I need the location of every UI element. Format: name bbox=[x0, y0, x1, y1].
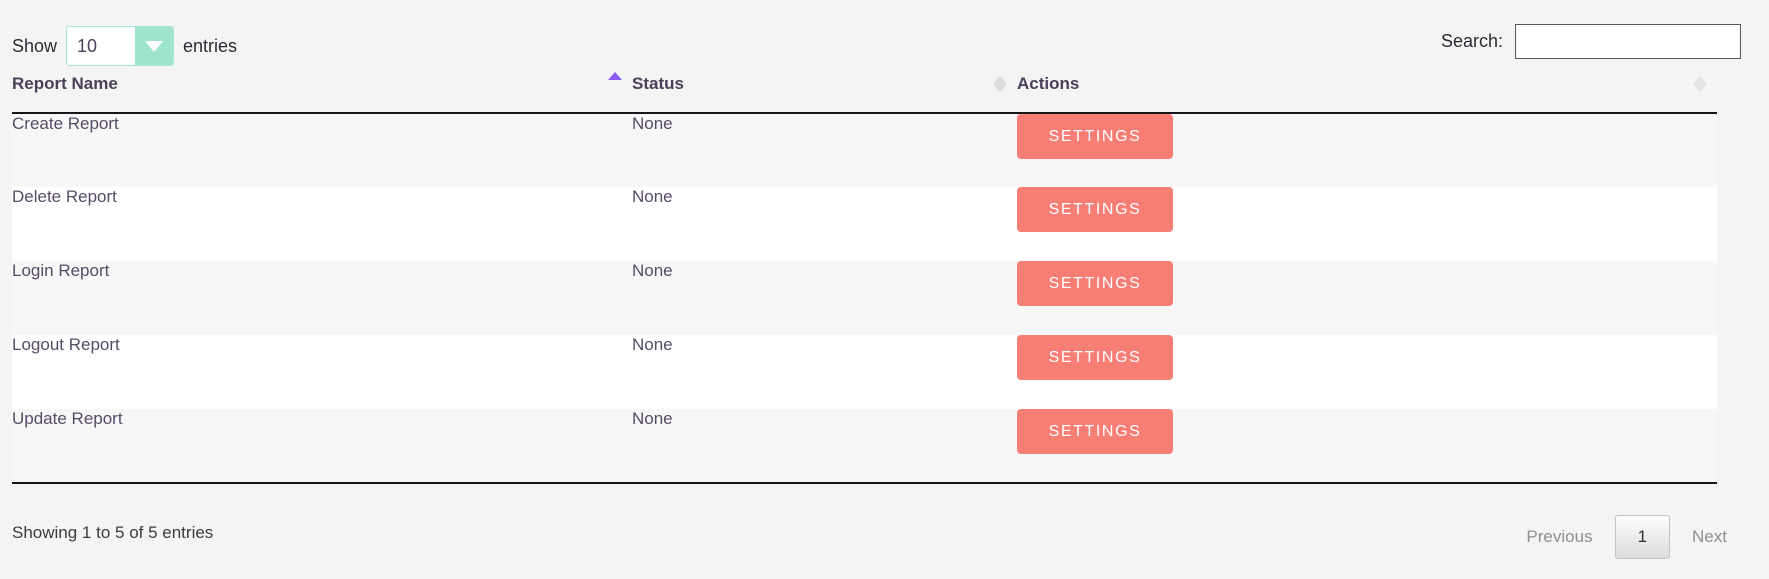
pagination-page-1-button[interactable]: 1 bbox=[1614, 515, 1671, 559]
settings-button[interactable]: SETTINGS bbox=[1017, 335, 1173, 380]
table-row: Create Report None SETTINGS bbox=[12, 113, 1717, 187]
pagination: Previous 1 Next bbox=[1510, 515, 1743, 559]
table-info: Showing 1 to 5 of 5 entries bbox=[12, 523, 214, 542]
table-header-row: Report Name Status Actions bbox=[12, 72, 1717, 114]
reports-datatable: Show 10 entries Search: Report Name Stat… bbox=[0, 0, 1769, 579]
column-header-status-label: Status bbox=[632, 74, 684, 93]
page-length-value: 10 bbox=[67, 27, 136, 65]
cell-status: None bbox=[632, 261, 673, 280]
table-header: Report Name Status Actions bbox=[12, 72, 1717, 114]
search-input[interactable] bbox=[1515, 24, 1741, 59]
table-row: Update Report None SETTINGS bbox=[12, 409, 1717, 484]
cell-actions: SETTINGS bbox=[1017, 409, 1717, 484]
page-length-select[interactable]: 10 bbox=[66, 26, 175, 66]
column-header-report-name-label: Report Name bbox=[12, 74, 118, 93]
sort-none-icon[interactable] bbox=[1693, 76, 1707, 92]
cell-status: None bbox=[632, 187, 673, 206]
show-label: Show bbox=[12, 35, 58, 56]
cell-report-name: Create Report bbox=[12, 114, 119, 133]
search-control: Search: bbox=[1441, 24, 1741, 59]
cell-actions: SETTINGS bbox=[1017, 335, 1717, 409]
cell-actions: SETTINGS bbox=[1017, 187, 1717, 261]
column-header-report-name[interactable]: Report Name bbox=[12, 72, 632, 114]
cell-report-name: Update Report bbox=[12, 409, 632, 484]
column-header-actions[interactable]: Actions bbox=[1017, 74, 1717, 114]
column-header-actions-label: Actions bbox=[1017, 74, 1080, 93]
cell-status: None bbox=[632, 335, 673, 354]
pagination-next-button[interactable]: Next bbox=[1676, 517, 1743, 557]
table-area: Report Name Status Actions Create Report… bbox=[12, 72, 1717, 484]
sort-ascending-icon[interactable] bbox=[608, 72, 622, 88]
cell-report-name: Login Report bbox=[12, 261, 110, 280]
table-row: Logout Report None SETTINGS bbox=[12, 335, 1717, 409]
datatable-toolbar: Show 10 entries Search: bbox=[0, 0, 1769, 74]
datatable-footer: Showing 1 to 5 of 5 entries Previous 1 N… bbox=[0, 505, 1769, 579]
search-label: Search: bbox=[1440, 31, 1503, 51]
reports-table: Report Name Status Actions Create Report… bbox=[12, 72, 1717, 484]
settings-button[interactable]: SETTINGS bbox=[1017, 187, 1173, 232]
chevron-down-icon[interactable] bbox=[135, 27, 174, 65]
pagination-previous-button[interactable]: Previous bbox=[1510, 517, 1608, 557]
cell-status: None bbox=[632, 409, 1017, 484]
entries-label: entries bbox=[183, 35, 238, 56]
table-body: Create Report None SETTINGS Delete Repor… bbox=[12, 113, 1717, 484]
settings-button[interactable]: SETTINGS bbox=[1017, 409, 1173, 454]
cell-report-name: Logout Report bbox=[12, 335, 120, 354]
cell-status: None bbox=[632, 114, 673, 133]
cell-actions: SETTINGS bbox=[1017, 261, 1717, 335]
page-length-control: Show 10 entries bbox=[12, 26, 237, 66]
sort-none-icon[interactable] bbox=[993, 76, 1007, 92]
table-row: Login Report None SETTINGS bbox=[12, 261, 1717, 335]
settings-button[interactable]: SETTINGS bbox=[1017, 261, 1173, 306]
cell-report-name: Delete Report bbox=[12, 187, 117, 206]
cell-actions: SETTINGS bbox=[1017, 113, 1717, 187]
column-header-status[interactable]: Status bbox=[632, 74, 1017, 114]
table-row: Delete Report None SETTINGS bbox=[12, 187, 1717, 261]
settings-button[interactable]: SETTINGS bbox=[1017, 114, 1173, 159]
